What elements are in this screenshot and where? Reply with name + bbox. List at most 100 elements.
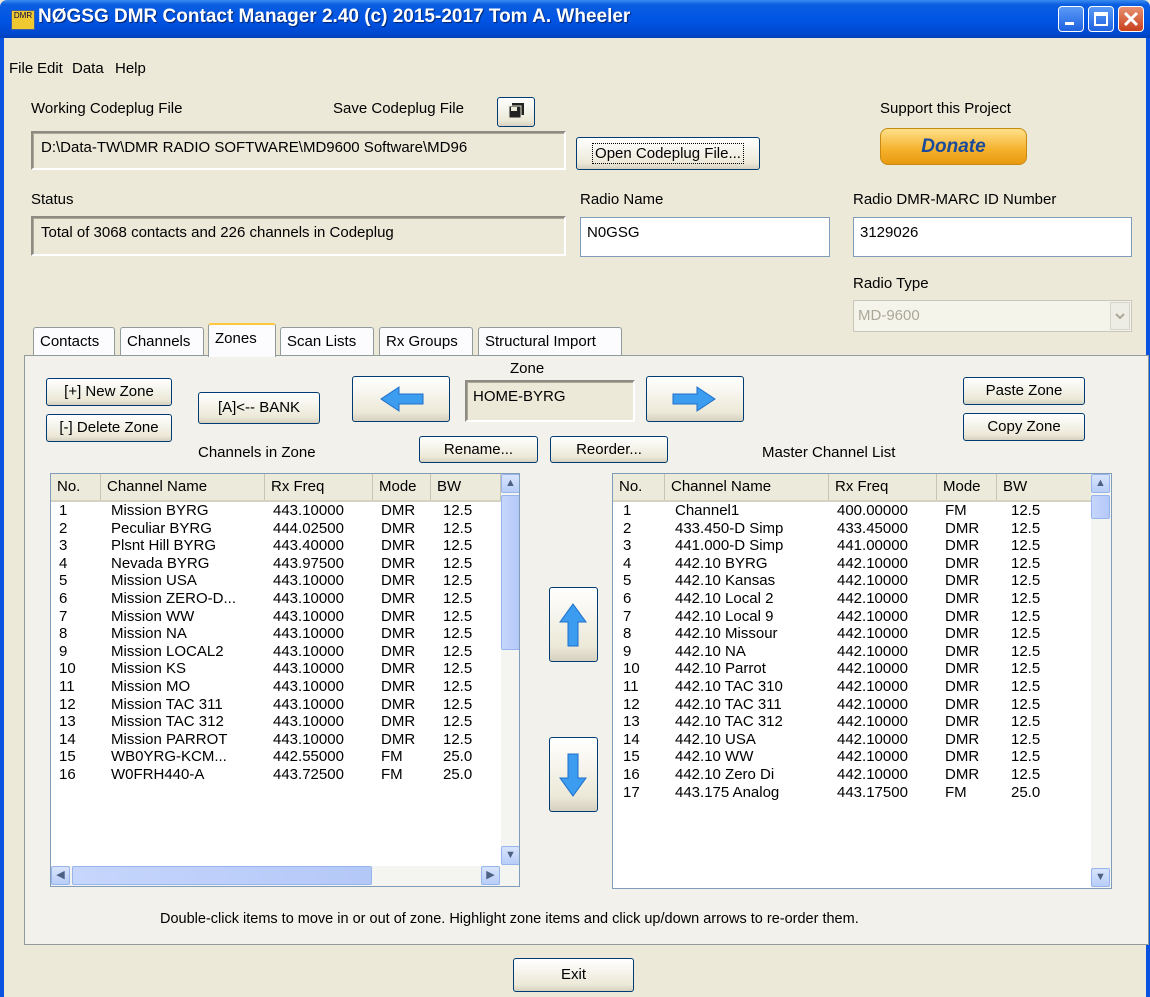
column-header-mode[interactable]: Mode	[373, 474, 431, 500]
dropdown-button[interactable]	[1110, 302, 1130, 330]
table-row[interactable]: 4 442.10 BYRG 442.10000 DMR 12.5	[613, 555, 1093, 573]
cell-mode: DMR	[945, 642, 980, 660]
scroll-up-button[interactable]: ▲	[501, 474, 519, 493]
master-list-body[interactable]: 1 Channel1 400.00000 FM 12.5 2 433.450-D Simp 4…	[613, 502, 1093, 801]
copy-zone-button[interactable]: Copy Zone	[963, 413, 1085, 441]
bank-button[interactable]: [A]<-- BANK	[198, 392, 320, 424]
close-button[interactable]	[1118, 6, 1144, 32]
maximize-button[interactable]	[1088, 6, 1114, 32]
table-row[interactable]: 4 Nevada BYRG 443.97500 DMR 12.5	[51, 555, 501, 573]
cell-rx-freq: 442.10000	[837, 589, 908, 607]
rename-button[interactable]: Rename...	[419, 436, 538, 463]
paste-zone-button[interactable]: Paste Zone	[963, 377, 1085, 405]
table-row[interactable]: 16 W0FRH440-A 443.72500 FM 25.0	[51, 766, 501, 784]
delete-zone-button[interactable]: [-] Delete Zone	[46, 414, 172, 442]
menu-file[interactable]: File	[9, 60, 33, 77]
column-header-channel-name[interactable]: Channel Name	[665, 474, 829, 500]
radio-type-select[interactable]: MD-9600	[853, 300, 1132, 332]
column-header-rx-freq[interactable]: Rx Freq	[265, 474, 373, 500]
marc-id-input[interactable]: 3129026	[853, 217, 1132, 257]
scroll-left-button[interactable]: ◀	[51, 866, 70, 885]
table-row[interactable]: 12 Mission TAC 311 443.10000 DMR 12.5	[51, 696, 501, 714]
table-row[interactable]: 11 442.10 TAC 310 442.10000 DMR 12.5	[613, 678, 1093, 696]
table-row[interactable]: 13 Mission TAC 312 443.10000 DMR 12.5	[51, 713, 501, 731]
table-row[interactable]: 2 433.450-D Simp 433.45000 DMR 12.5	[613, 520, 1093, 538]
move-down-button[interactable]	[549, 737, 598, 812]
reorder-button[interactable]: Reorder...	[550, 436, 668, 463]
column-header-bw[interactable]: BW	[997, 474, 1093, 500]
cell-bw: 12.5	[443, 589, 473, 607]
new-zone-button[interactable]: [+] New Zone	[46, 378, 172, 406]
table-row[interactable]: 7 Mission WW 443.10000 DMR 12.5	[51, 608, 501, 626]
menu-data[interactable]: Data	[72, 60, 104, 77]
table-row[interactable]: 15 WB0YRG-KCM... 442.55000 FM 25.0	[51, 748, 501, 766]
table-row[interactable]: 1 Mission BYRG 443.10000 DMR 12.5	[51, 502, 501, 520]
table-row[interactable]: 15 442.10 WW 442.10000 DMR 12.5	[613, 748, 1093, 766]
table-row[interactable]: 10 442.10 Parrot 442.10000 DMR 12.5	[613, 660, 1093, 678]
cell-no: 3	[623, 537, 632, 555]
table-row[interactable]: 2 Peculiar BYRG 444.02500 DMR 12.5	[51, 520, 501, 538]
tab-contacts[interactable]: Contacts	[33, 327, 115, 355]
master-list-vscrollbar[interactable]: ▲ ▼	[1091, 474, 1111, 888]
move-up-button[interactable]	[549, 587, 598, 662]
donate-button[interactable]: Donate	[880, 128, 1027, 165]
tab-zones[interactable]: Zones	[208, 323, 276, 357]
table-row[interactable]: 13 442.10 TAC 312 442.10000 DMR 12.5	[613, 713, 1093, 731]
table-row[interactable]: 9 442.10 NA 442.10000 DMR 12.5	[613, 643, 1093, 661]
table-row[interactable]: 11 Mission MO 443.10000 DMR 12.5	[51, 678, 501, 696]
cell-rx-freq: 400.00000	[837, 502, 908, 519]
table-row[interactable]: 9 Mission LOCAL2 443.10000 DMR 12.5	[51, 643, 501, 661]
table-row[interactable]: 6 Mission ZERO-D... 443.10000 DMR 12.5	[51, 590, 501, 608]
scroll-thumb[interactable]	[1091, 495, 1110, 519]
scroll-down-button[interactable]: ▼	[1091, 868, 1110, 887]
column-header-mode[interactable]: Mode	[937, 474, 997, 500]
table-row[interactable]: 8 442.10 Missour 442.10000 DMR 12.5	[613, 625, 1093, 643]
table-row[interactable]: 14 442.10 USA 442.10000 DMR 12.5	[613, 731, 1093, 749]
menu-help[interactable]: Help	[115, 60, 146, 77]
zone-list-body[interactable]: 1 Mission BYRG 443.10000 DMR 12.5 2 Peculiar B…	[51, 502, 501, 784]
table-row[interactable]: 3 Plsnt Hill BYRG 443.40000 DMR 12.5	[51, 537, 501, 555]
scroll-thumb[interactable]	[501, 495, 519, 650]
table-row[interactable]: 1 Channel1 400.00000 FM 12.5	[613, 502, 1093, 520]
menu-edit[interactable]: Edit	[37, 60, 63, 77]
next-zone-button[interactable]	[646, 376, 744, 422]
previous-zone-button[interactable]	[352, 376, 450, 422]
zone-channel-list[interactable]: No. Channel Name Rx Freq Mode BW 1 Missio…	[50, 473, 520, 887]
open-codeplug-button[interactable]: Open Codeplug File...	[576, 137, 760, 170]
table-row[interactable]: 8 Mission NA 443.10000 DMR 12.5	[51, 625, 501, 643]
zone-list-hscrollbar[interactable]: ◀ ▶	[51, 866, 519, 886]
hscroll-thumb[interactable]	[72, 866, 372, 885]
exit-button[interactable]: Exit	[513, 958, 634, 992]
table-row[interactable]: 5 Mission USA 443.10000 DMR 12.5	[51, 572, 501, 590]
scroll-up-button[interactable]: ▲	[1091, 474, 1110, 493]
save-codeplug-button[interactable]	[497, 97, 535, 127]
tab-rx-groups[interactable]: Rx Groups	[379, 327, 473, 355]
column-header-channel-name[interactable]: Channel Name	[101, 474, 265, 500]
scroll-down-button[interactable]: ▼	[501, 846, 519, 865]
column-header-no[interactable]: No.	[51, 474, 101, 500]
tab-scan-lists[interactable]: Scan Lists	[280, 327, 374, 355]
table-row[interactable]: 3 441.000-D Simp 441.00000 DMR 12.5	[613, 537, 1093, 555]
column-header-bw[interactable]: BW	[431, 474, 501, 500]
column-header-no[interactable]: No.	[613, 474, 665, 500]
table-row[interactable]: 10 Mission KS 443.10000 DMR 12.5	[51, 660, 501, 678]
cell-mode: DMR	[381, 519, 416, 537]
tab-structural-import[interactable]: Structural Import	[478, 327, 622, 355]
table-row[interactable]: 5 442.10 Kansas 442.10000 DMR 12.5	[613, 572, 1093, 590]
cell-rx-freq: 443.10000	[273, 589, 344, 607]
master-list-header: No. Channel Name Rx Freq Mode BW	[613, 474, 1093, 502]
minimize-button[interactable]	[1058, 6, 1084, 32]
table-row[interactable]: 7 442.10 Local 9 442.10000 DMR 12.5	[613, 608, 1093, 626]
table-row[interactable]: 16 442.10 Zero Di 442.10000 DMR 12.5	[613, 766, 1093, 784]
column-header-rx-freq[interactable]: Rx Freq	[829, 474, 937, 500]
table-row[interactable]: 17 443.175 Analog 443.17500 FM 25.0	[613, 784, 1093, 802]
scroll-right-button[interactable]: ▶	[481, 866, 500, 885]
table-row[interactable]: 14 Mission PARROT 443.10000 DMR 12.5	[51, 731, 501, 749]
tab-channels[interactable]: Channels	[120, 327, 204, 355]
table-row[interactable]: 12 442.10 TAC 311 442.10000 DMR 12.5	[613, 696, 1093, 714]
cell-no: 13	[623, 713, 640, 731]
zone-list-vscrollbar[interactable]: ▲ ▼	[501, 474, 519, 866]
master-channel-list[interactable]: No. Channel Name Rx Freq Mode BW 1 Channe…	[612, 473, 1112, 889]
radio-name-input[interactable]: N0GSG	[580, 217, 830, 257]
table-row[interactable]: 6 442.10 Local 2 442.10000 DMR 12.5	[613, 590, 1093, 608]
